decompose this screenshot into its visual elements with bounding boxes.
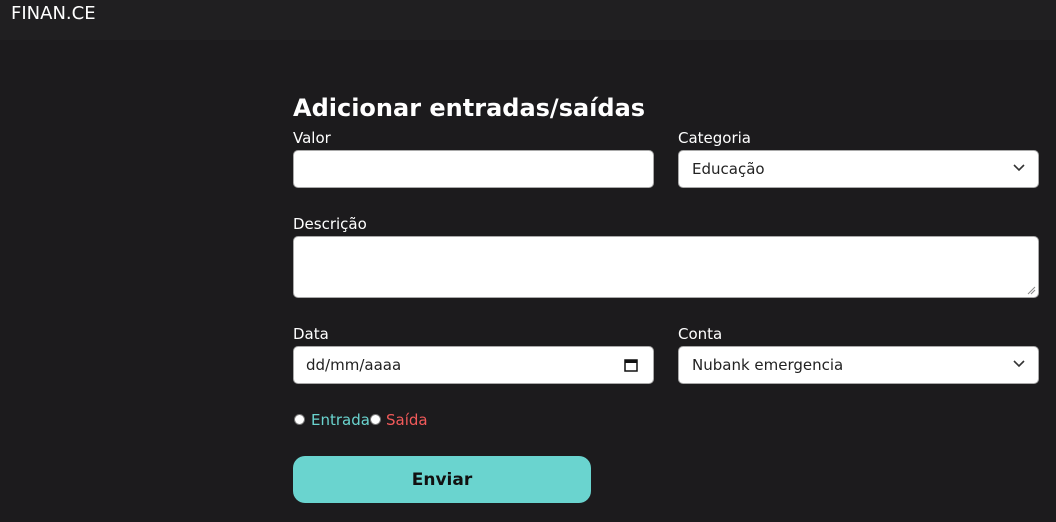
chevron-down-icon: [1013, 164, 1025, 172]
descricao-label: Descrição: [293, 215, 367, 233]
resize-handle-icon[interactable]: [1026, 285, 1036, 295]
data-placeholder: dd/mm/aaaa: [306, 356, 402, 374]
data-input[interactable]: dd/mm/aaaa: [293, 346, 654, 384]
entrada-radio-label[interactable]: Entrada: [311, 411, 370, 429]
valor-input[interactable]: [293, 150, 654, 188]
descricao-textarea[interactable]: [293, 236, 1039, 298]
valor-label: Valor: [293, 129, 331, 147]
data-label: Data: [293, 325, 329, 343]
saida-radio[interactable]: [370, 414, 381, 425]
conta-label: Conta: [678, 325, 723, 343]
categoria-select[interactable]: Educação: [678, 150, 1039, 188]
conta-select[interactable]: Nubank emergencia: [678, 346, 1039, 384]
top-navbar: FINAN.CE: [0, 0, 1056, 40]
saida-radio-label[interactable]: Saída: [386, 411, 428, 429]
conta-selected-value: Nubank emergencia: [692, 356, 844, 374]
form-title: Adicionar entradas/saídas: [293, 94, 646, 122]
entrada-radio[interactable]: [294, 414, 305, 425]
submit-button[interactable]: Enviar: [293, 456, 591, 503]
categoria-selected-value: Educação: [692, 160, 765, 178]
calendar-icon[interactable]: [623, 357, 639, 373]
chevron-down-icon: [1013, 360, 1025, 368]
brand-logo-text[interactable]: FINAN.CE: [11, 3, 96, 24]
categoria-label: Categoria: [678, 129, 752, 147]
